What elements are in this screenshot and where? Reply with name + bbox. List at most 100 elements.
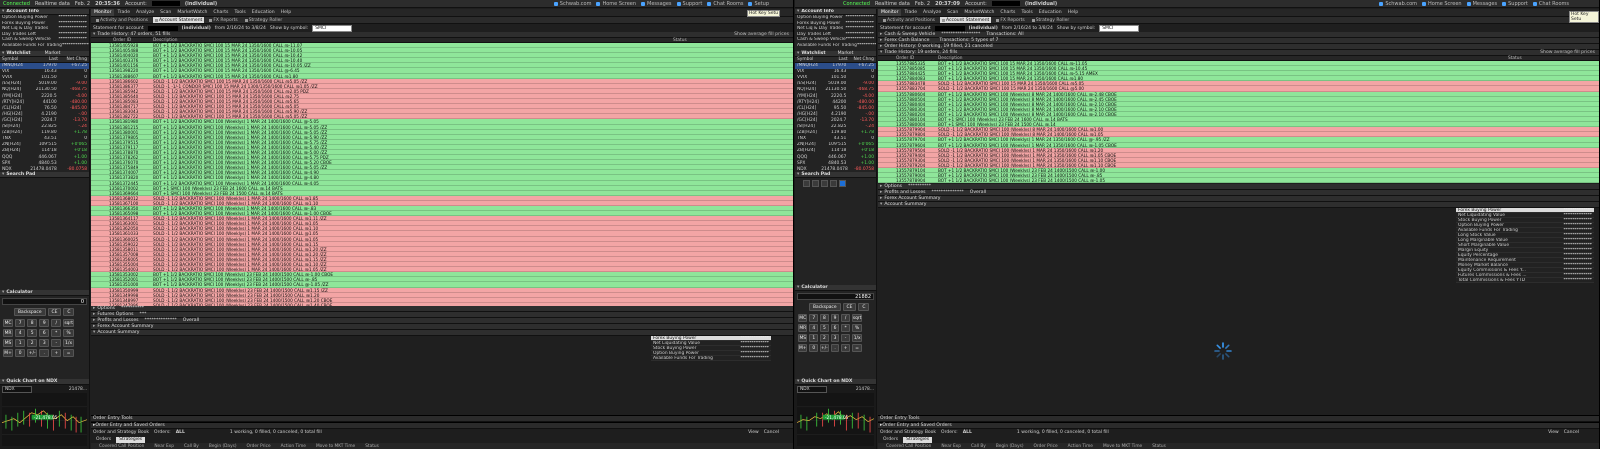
tab-trade[interactable]: Trade [114,9,133,16]
watchlist-row[interactable]: VVIX 101.50 0 [0,75,89,81]
watchlist-row[interactable]: /YM[H24] 2220.5 -4.00 [795,93,876,99]
watchlist-row[interactable]: SPX 4840.53 +1.00 [795,160,876,166]
watchlist-row[interactable]: TNX 43.51 0 [795,136,876,142]
calc-key[interactable]: 2 [820,334,829,342]
tab-monitor[interactable]: Monitor [878,9,902,16]
link-2-icon[interactable] [812,180,819,188]
tab-education[interactable]: Education [249,9,278,16]
calc-key[interactable]: 3 [39,339,50,347]
saved-orders-header[interactable]: ▸ Order Entry and Saved Orders [878,422,1599,429]
order-entry-tools-header[interactable]: Order Entry Tools [878,415,1599,422]
watchlist-row[interactable]: /YM[H24] 2220.5 -4.00 [0,93,89,99]
tab-analyze[interactable]: Analyze [920,9,944,16]
order-column-header[interactable]: Move to MKT Time [1103,444,1142,449]
chat-rooms-button[interactable]: Chat Rooms [707,1,743,7]
watchlist-row[interactable]: NQ[H24] 21130.50 -468.75 [795,87,876,93]
watchlist-row[interactable]: ZN[H24] 109'515 +0'065 [0,142,89,148]
subtab-fx-reports[interactable]: FX Reports [994,17,1026,23]
calc-key[interactable]: MS [798,334,808,342]
link-4-icon[interactable] [830,180,837,188]
calc-key[interactable]: + [51,349,62,357]
calc-key[interactable]: * [841,324,850,332]
order-column-header[interactable]: Covered Call Position [99,444,144,449]
calc-key[interactable]: M+ [3,349,14,357]
calc-key[interactable]: 8 [820,314,829,322]
calc-key[interactable]: 0 [15,349,26,357]
order-column-header[interactable]: Move to MKT Time [316,444,355,449]
order-column-header[interactable]: Status [1152,444,1166,449]
subtab-account-statement[interactable]: Account Statement [153,17,205,23]
watchlist-row[interactable]: /SI[H24] 22.825 -.24 [0,124,89,130]
order-column-header[interactable]: Order Price [247,444,271,449]
calc-key[interactable]: 1/x [851,334,863,342]
calc-key[interactable]: MC [798,314,808,322]
subtab-account-statement[interactable]: Account Statement [940,17,992,23]
watchlist-row[interactable]: ZB[H24] 114'18 +0'18 [0,148,89,154]
calculator-header[interactable]: ▾ Calculator [0,290,89,296]
watchlist-row[interactable]: /MNQH24 17970 +67.25 [0,62,89,69]
tab-help[interactable]: Help [278,9,294,16]
c-button[interactable]: C [858,303,870,311]
calc-key[interactable]: M+ [798,344,808,352]
tab-help[interactable]: Help [1065,9,1081,16]
calc-key[interactable]: MC [3,319,14,327]
watchlist-row[interactable]: /GC[H24] 2024.7 -13.70 [0,117,89,123]
tab-marketwatch[interactable]: MarketWatch [961,9,997,16]
subtab-strategy-roller[interactable]: Strategy Roller [1030,17,1072,23]
cancel-button[interactable]: Cancel [764,430,793,435]
watchlist-row[interactable]: /ZB[H24] 119.80 +1.78 [795,130,876,136]
order-column-header[interactable]: Status [365,444,379,449]
calc-key[interactable]: 1 [15,339,26,347]
tab-tools[interactable]: Tools [1018,9,1035,16]
calc-key[interactable]: 5 [820,324,829,332]
calc-key[interactable]: MR [3,329,14,337]
calc-key[interactable]: +/- [27,349,38,357]
subtab-activity-and-positions[interactable]: Activity and Positions [881,17,937,23]
chat-rooms-button[interactable]: Chat Rooms [1532,1,1599,7]
watchlist-row[interactable]: /SI[H24] 22.825 -.24 [795,124,876,130]
orders-filter[interactable]: ALL [963,430,972,435]
order-column-header[interactable]: Near Exp [154,444,174,449]
watchlist-row[interactable]: ZB[H24] 114'18 +0'18 [795,148,876,154]
orders-tab[interactable]: Orders [93,437,114,443]
tab-education[interactable]: Education [1036,9,1065,16]
search-pad-header[interactable]: ▾ Search Pad [0,172,89,179]
strategies-tab[interactable]: Strategies [903,436,933,443]
watchlist-row[interactable]: VVIX 101.50 0 [795,75,876,81]
tab-marketwatch[interactable]: MarketWatch [174,9,210,16]
watchlist-row[interactable]: VIX 16.43 0 [0,69,89,75]
calc-key[interactable]: / [841,314,850,322]
watchlist-row[interactable]: /CL[H24] 76.50 -845.00 [0,105,89,111]
order-column-header[interactable]: Begin (Days) [209,444,237,449]
messages-button[interactable]: Messages [1466,1,1497,7]
messages-button[interactable]: Messages [641,1,672,7]
backspace-button[interactable]: Backspace [14,308,46,316]
calc-key[interactable]: 9 [39,319,50,327]
calc-key[interactable]: - [841,334,850,342]
calc-key[interactable]: = [63,349,74,357]
tab-scan[interactable]: Scan [157,9,174,16]
view-button[interactable]: View [748,430,759,435]
saved-orders-header[interactable]: ▸ Order Entry and Saved Orders [91,422,793,429]
calc-key[interactable]: . [830,344,840,352]
order-column-header[interactable]: Call By [971,444,986,449]
order-column-header[interactable]: Covered Call Position [886,444,931,449]
calc-key[interactable]: 9 [830,314,840,322]
calc-key[interactable]: % [851,324,863,332]
symbol-select[interactable]: SMCI [312,24,353,32]
calc-key[interactable]: sqrt [851,314,863,322]
watchlist-row[interactable]: /RTY[H24] 44200 -480.00 [795,99,876,105]
subtab-activity-and-positions[interactable]: Activity and Positions [94,17,150,23]
order-entry-tools-header[interactable]: Order Entry Tools [91,415,793,422]
calc-key[interactable]: 7 [809,314,818,322]
calc-key[interactable]: 3 [830,334,840,342]
calc-key[interactable]: - [51,339,62,347]
watchlist-row[interactable]: ZN[H24] 109'515 +0'065 [795,142,876,148]
c-button[interactable]: C [63,308,75,316]
watchlist-row[interactable]: QQQ 446.067 +1.00 [0,154,89,160]
order-book-toggle[interactable]: Order and Strategy Book [880,430,936,435]
link-3-icon[interactable] [821,180,828,188]
chart-symbol-input[interactable]: NDX [2,386,32,393]
backspace-button[interactable]: Backspace [809,303,841,311]
calc-key[interactable]: 6 [39,329,50,337]
